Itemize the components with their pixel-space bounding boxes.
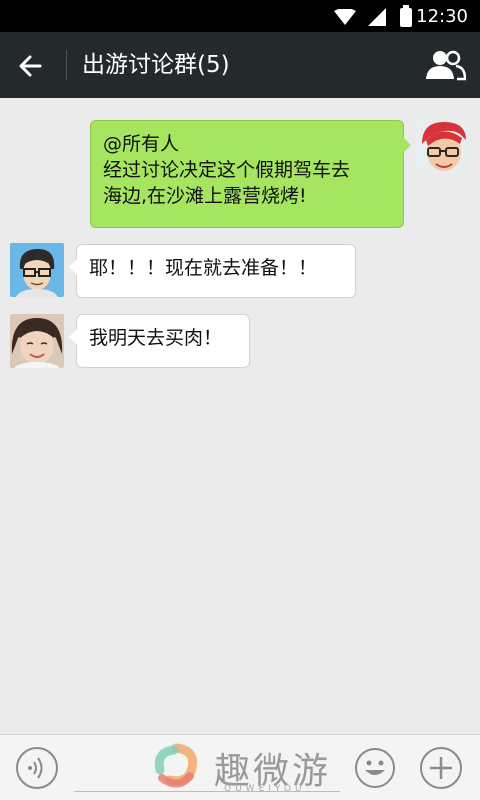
watermark-sub: QUWEIYOU (224, 784, 306, 794)
avatar-photo-girl (10, 314, 64, 368)
emoji-button[interactable] (354, 747, 396, 789)
plus-icon (430, 757, 452, 779)
title-bar: 出游讨论群(5) (0, 32, 480, 98)
page-title: 出游讨论群(5) (82, 52, 230, 78)
message-line: 经过讨论决定这个假期驾车去 (103, 159, 351, 181)
avatar-member-1[interactable] (10, 243, 64, 297)
avatar-cartoon-red-hair (416, 120, 470, 174)
voice-icon (28, 757, 43, 779)
arrow-left-icon (19, 55, 42, 77)
bubble-tail (69, 329, 77, 345)
voice-button[interactable] (16, 747, 58, 789)
wifi-icon (334, 9, 356, 25)
message-bubble-outgoing[interactable]: @所有人 经过讨论决定这个假期驾车去 海边,在沙滩上露营烧烤! (90, 120, 411, 228)
status-time: 12:30 (416, 6, 468, 27)
message-bubble-incoming[interactable]: 我明天去买肉！ (69, 314, 250, 368)
group-members-button[interactable] (426, 47, 467, 83)
more-button[interactable] (420, 747, 462, 789)
bubble-tail (403, 137, 411, 153)
signal-icon (368, 8, 386, 26)
message-line-mention: @所有人 (103, 133, 180, 155)
bubble-tail (69, 259, 77, 275)
smiley-icon (355, 748, 395, 788)
message-line: 海边,在沙滩上露营烧烤! (103, 185, 307, 207)
message-bubble-incoming[interactable]: 耶！！！现在就去准备！！ (69, 244, 356, 298)
logo-knot-icon (154, 743, 198, 788)
watermark: 趣微游 QUWEIYOU (148, 740, 348, 798)
message-text: 我明天去买肉！ (89, 327, 223, 349)
back-button[interactable] (14, 48, 50, 84)
avatar-member-2[interactable] (10, 314, 64, 368)
avatar-self[interactable] (416, 120, 470, 174)
group-members-icon (426, 50, 467, 81)
avatar-cartoon-glasses (10, 243, 64, 297)
chat-area[interactable]: @所有人 经过讨论决定这个假期驾车去 海边,在沙滩上露营烧烤! 耶！！！现在就去… (0, 98, 480, 734)
status-bar: 12:30 (0, 0, 480, 32)
title-divider (66, 50, 67, 80)
battery-icon (400, 5, 412, 27)
message-text: 耶！！！现在就去准备！！ (89, 257, 318, 279)
